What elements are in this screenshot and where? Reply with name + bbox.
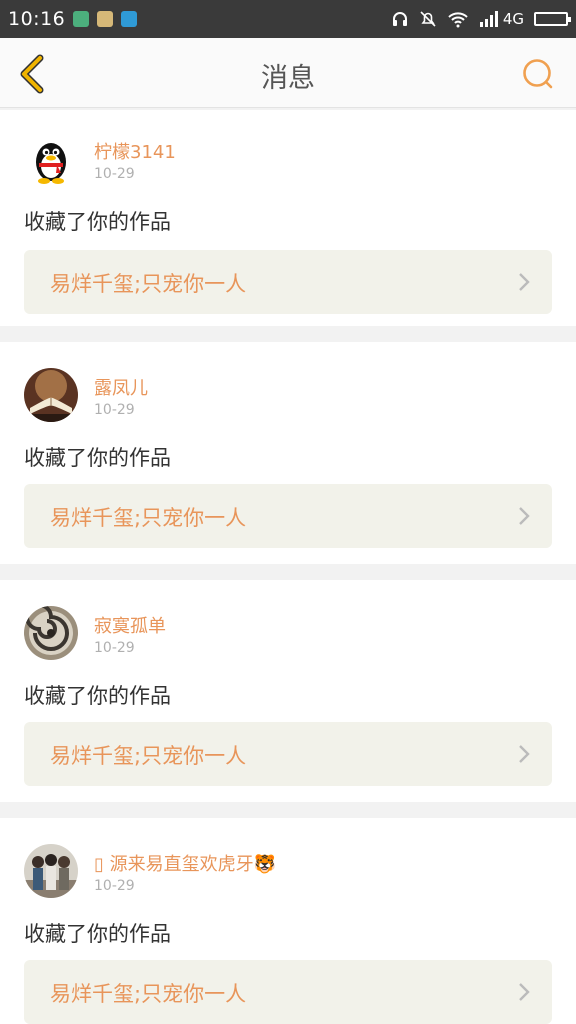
username[interactable]: 露凤儿 (94, 374, 148, 400)
avatar[interactable] (24, 132, 78, 186)
avatar[interactable] (24, 368, 78, 422)
work-link[interactable]: 易烊千玺;只宠你一人 (24, 484, 552, 548)
message-text: 收藏了你的作品 (24, 210, 171, 234)
chevron-right-icon (519, 745, 530, 763)
work-title: 易烊千玺;只宠你一人 (50, 506, 247, 530)
message-card: ▯ 源来易直玺欢虎牙🐯 10-29 收藏了你的作品 易烊千玺;只宠你一人 (0, 818, 576, 1024)
work-link[interactable]: 易烊千玺;只宠你一人 (24, 960, 552, 1024)
status-icons: 4G (391, 10, 571, 28)
work-title: 易烊千玺;只宠你一人 (50, 744, 247, 768)
avatar[interactable] (24, 844, 78, 898)
message-text: 收藏了你的作品 (24, 922, 171, 946)
message-date: 10-29 (94, 402, 135, 418)
avatar[interactable] (24, 606, 78, 660)
message-text: 收藏了你的作品 (24, 446, 171, 470)
message-card: 柠檬3141 10-29 收藏了你的作品 易烊千玺;只宠你一人 (0, 110, 576, 326)
page-title: 消息 (261, 63, 315, 94)
message-date: 10-29 (94, 166, 135, 182)
message-text: 收藏了你的作品 (24, 684, 171, 708)
signal-icon (479, 11, 498, 27)
chevron-right-icon (519, 507, 530, 525)
status-bar: 10:16 4G (0, 0, 576, 38)
username[interactable]: 柠檬3141 (94, 138, 176, 164)
headphones-icon (392, 12, 407, 26)
wifi-icon (448, 12, 468, 28)
mute-bell-icon (420, 11, 436, 27)
battery-icon (534, 12, 571, 26)
work-link[interactable]: 易烊千玺;只宠你一人 (24, 722, 552, 786)
chevron-right-icon (519, 983, 530, 1001)
app-notification-icon (73, 11, 90, 27)
message-date: 10-29 (94, 640, 135, 656)
app-notification-icon (97, 11, 114, 27)
username[interactable]: 寂寞孤单 (94, 612, 166, 638)
work-title: 易烊千玺;只宠你一人 (50, 272, 247, 296)
network-type: 4G (502, 10, 524, 28)
header-bar: 消息 (0, 38, 576, 108)
screenshot-icon (121, 11, 138, 27)
chevron-right-icon (519, 273, 530, 291)
message-date: 10-29 (94, 878, 135, 894)
work-link[interactable]: 易烊千玺;只宠你一人 (24, 250, 552, 314)
work-title: 易烊千玺;只宠你一人 (50, 982, 247, 1006)
status-time: 10:16 (8, 8, 66, 30)
message-card: 寂寞孤单 10-29 收藏了你的作品 易烊千玺;只宠你一人 (0, 580, 576, 802)
search-icon[interactable] (520, 56, 556, 92)
message-card: 露凤儿 10-29 收藏了你的作品 易烊千玺;只宠你一人 (0, 342, 576, 564)
username[interactable]: ▯ 源来易直玺欢虎牙🐯 (94, 850, 276, 876)
